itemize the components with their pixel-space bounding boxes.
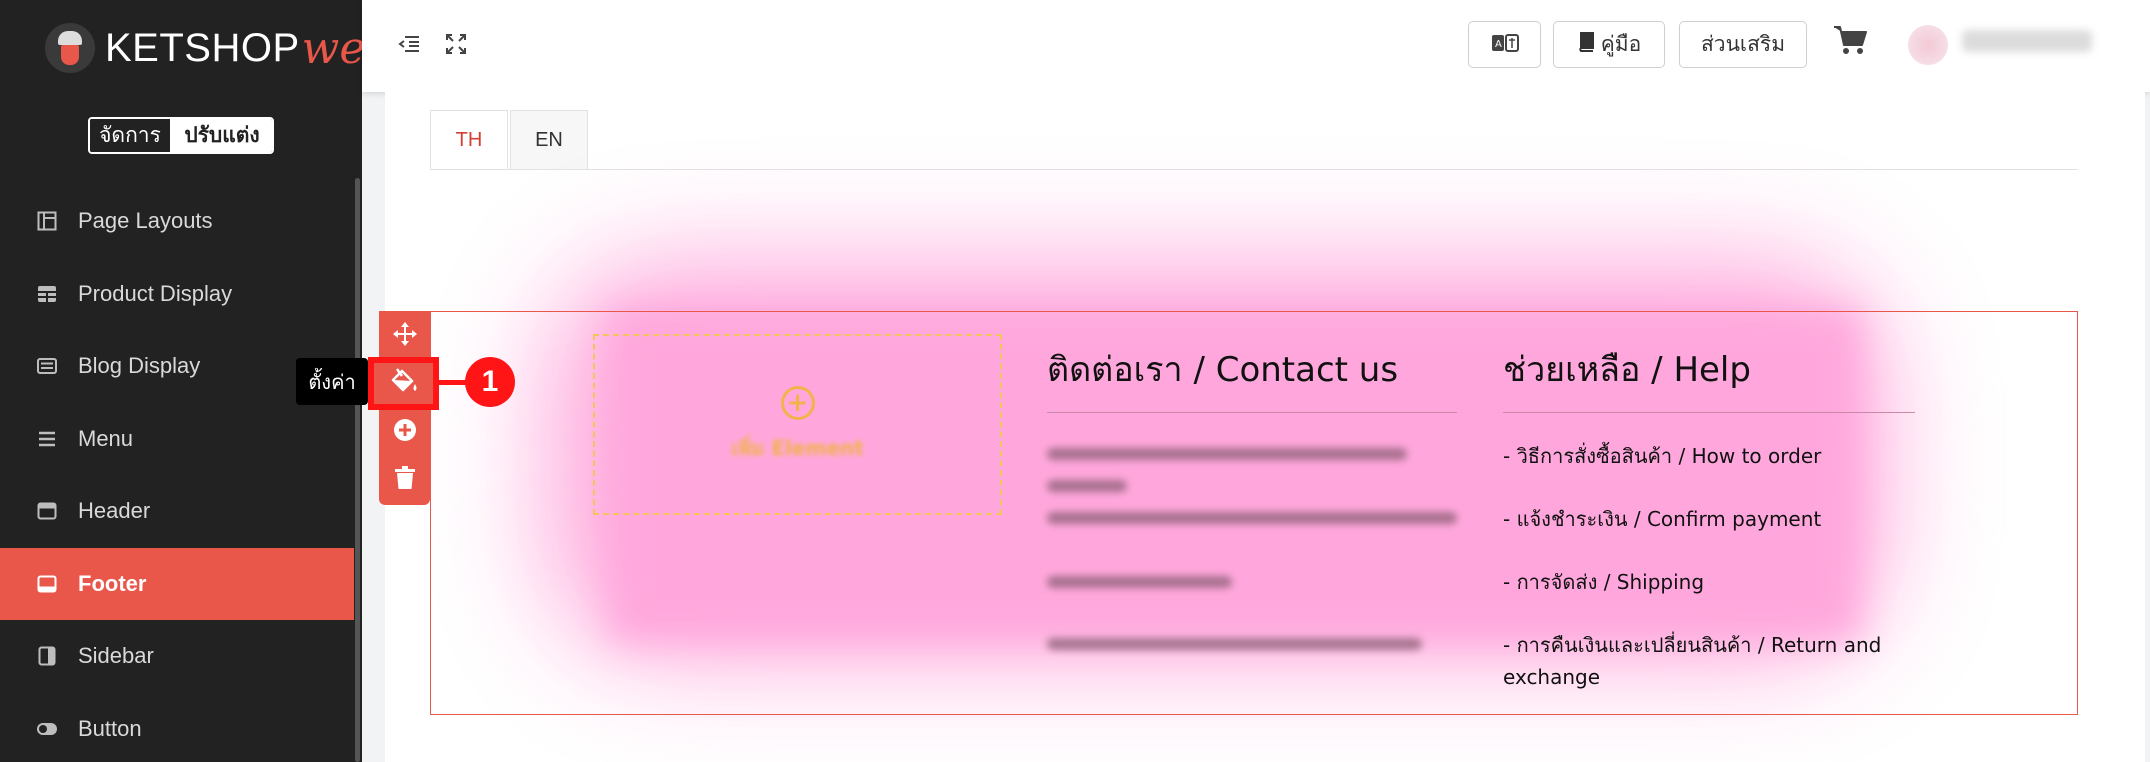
help-link-shipping[interactable]: - การจัดส่ง / Shipping [1503,566,1704,598]
window-icon [36,500,58,522]
contact-email-line [1047,638,1422,650]
addons-button[interactable]: ส่วนเสริม [1679,21,1807,68]
contact-title: ติดต่อเรา / Contact us [1047,350,1399,390]
settings-tooltip: ตั้งค่า [296,358,368,405]
toggle-icon [36,718,58,740]
svg-text:A: A [1495,39,1502,50]
trash-icon [394,465,416,497]
move-icon [392,321,418,354]
sidebar-item-label: Sidebar [78,643,154,669]
sidebar-item-label: Footer [78,570,147,596]
brand-logo[interactable]: KETSHOP web [45,18,394,78]
sidebar-nav: Page Layouts Product Display Blog Displa… [0,185,354,762]
delete-section-button[interactable] [379,457,430,505]
sidebar-item-label: Menu [78,425,134,451]
sidebar-icon [36,645,58,667]
add-element-placeholder[interactable]: + เพิ่ม Element [593,334,1002,515]
grid-icon [36,283,58,305]
add-section-button[interactable] [379,409,430,457]
sidebar-scrollbar[interactable] [355,178,360,762]
sidebar-item-page-layouts[interactable]: Page Layouts [0,185,354,258]
sidebar-item-label: Product Display [78,280,233,306]
help-link-how-to-order[interactable]: - วิธีการสั่งซื้อสินค้า / How to order [1503,440,1821,472]
move-button[interactable] [379,313,430,361]
help-divider [1503,412,1915,413]
sidebar-item-menu[interactable]: Menu [0,403,354,476]
footer-icon [36,573,58,595]
contact-address-line [1047,480,1127,492]
contact-address-line [1047,448,1407,460]
logo-icon [45,23,95,73]
brand-name: KETSHOP [105,25,300,70]
menu-icon [36,428,58,450]
top-bar: A คู่มือ ส่วนเสริม [362,0,2150,92]
help-title: ช่วยเหลือ / Help [1503,350,1751,390]
cart-icon[interactable] [1833,24,1867,58]
avatar[interactable] [1908,25,1948,65]
step-badge: 1 [465,357,515,407]
sidebar-item-label: Blog Display [78,353,201,379]
settings-highlight-box [368,357,439,410]
sidebar-item-footer[interactable]: Footer [0,547,354,620]
addons-label: ส่วนเสริม [1700,32,1786,56]
username-redacted[interactable] [1962,30,2092,52]
help-link-confirm-payment[interactable]: - แจ้งชำระเงิน / Confirm payment [1503,503,1821,535]
translate-icon: A [1491,33,1519,57]
contact-address-line [1047,512,1457,524]
sidebar-item-header[interactable]: Header [0,475,354,548]
list-icon [36,355,58,377]
sidebar-item-label: Page Layouts [78,208,213,234]
mode-customize-button[interactable]: ปรับแต่ง [172,119,272,152]
book-icon [1577,32,1595,57]
sidebar-item-sidebar[interactable]: Sidebar [0,620,354,693]
tab-th[interactable]: TH [430,110,508,170]
sidebar-item-product-display[interactable]: Product Display [0,258,354,331]
mode-toggle: จัดการ ปรับแต่ง [88,117,274,154]
sidebar-item-label: Button [78,715,142,741]
contact-divider [1047,412,1457,413]
layout-icon [36,210,58,232]
add-circle-icon: + [780,385,815,420]
language-button[interactable]: A [1468,21,1541,68]
manual-label: คู่มือ [1600,32,1642,56]
add-element-label: เพิ่ม Element [731,435,864,460]
language-tabs: TH EN [430,110,588,170]
annotation-connector [437,380,467,385]
plus-circle-icon [393,418,417,449]
mode-manage-button[interactable]: จัดการ [90,119,172,152]
collapse-sidebar-icon[interactable] [395,30,423,58]
sidebar-item-button[interactable]: Button [0,693,354,762]
manual-button[interactable]: คู่มือ [1553,21,1665,68]
help-link-return-exchange[interactable]: - การคืนเงินและเปลี่ยนสินค้า / Return an… [1503,629,1923,693]
fullscreen-icon[interactable] [442,30,470,58]
contact-phone-line [1047,576,1232,588]
sidebar-item-label: Header [78,498,151,524]
tab-en[interactable]: EN [510,110,588,170]
tabs-divider [430,169,2078,170]
